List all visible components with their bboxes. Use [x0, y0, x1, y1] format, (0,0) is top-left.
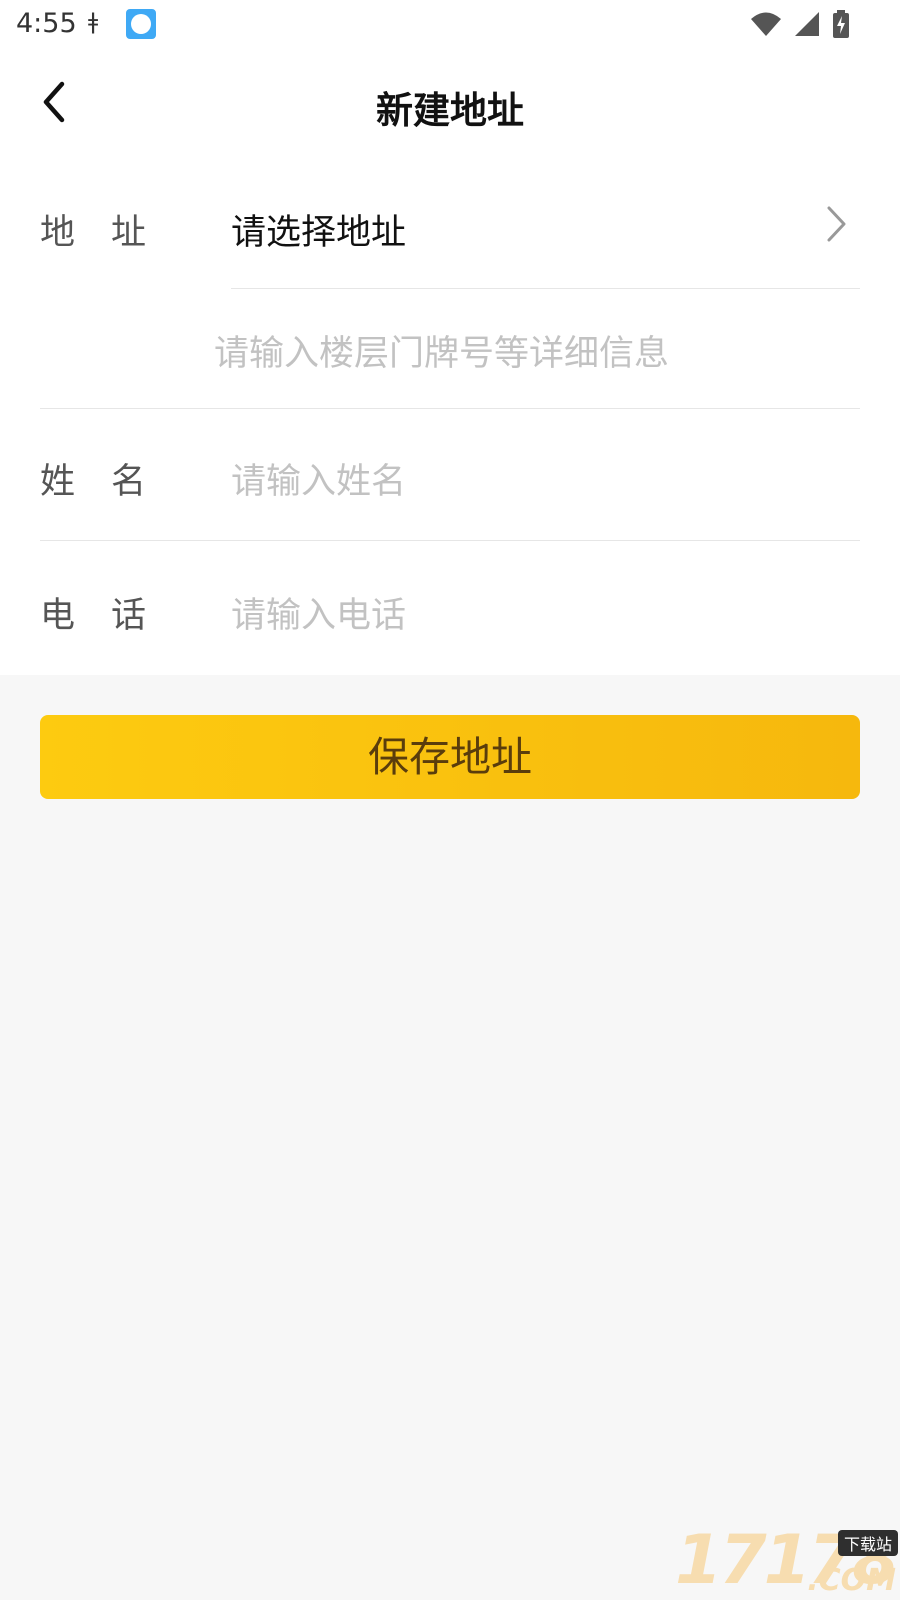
- watermark-badge: 下载站: [837, 1530, 898, 1556]
- page-title: 新建地址: [376, 89, 524, 132]
- chevron-right-icon: [827, 206, 846, 242]
- address-select[interactable]: 请选择地址: [231, 204, 406, 255]
- address-row[interactable]: 地址 请选择地址: [0, 158, 900, 288]
- status-glyph: ǂ: [88, 10, 99, 35]
- phone-input[interactable]: 请输入电话: [231, 587, 406, 638]
- status-time: 4:55: [16, 8, 77, 39]
- watermark-suffix: .COM: [807, 1563, 896, 1598]
- status-icons: [744, 10, 850, 38]
- address-form: 地址 请选择地址 请输入楼层门牌号等详细信息 姓名 请输入姓名 电话 请输入电话: [0, 158, 900, 675]
- detail-address-input[interactable]: 请输入楼层门牌号等详细信息: [214, 325, 669, 376]
- wifi-icon: [750, 12, 781, 36]
- signal-icon: [794, 12, 819, 36]
- name-row[interactable]: 姓名 请输入姓名: [0, 409, 900, 540]
- phone-label: 电话: [40, 596, 183, 636]
- save-address-button[interactable]: 保存地址: [40, 715, 860, 799]
- name-input[interactable]: 请输入姓名: [231, 453, 406, 504]
- phone-row[interactable]: 电话 请输入电话: [0, 541, 900, 675]
- battery-charging-icon: [833, 10, 849, 38]
- watermark-logo: 17178 下载站 .COM: [675, 1521, 900, 1600]
- name-label: 姓名: [40, 462, 183, 502]
- detail-row[interactable]: 请输入楼层门牌号等详细信息: [0, 289, 900, 408]
- address-label: 地址: [40, 213, 183, 253]
- header: 新建地址: [0, 48, 900, 158]
- app-notification-icon: [126, 9, 156, 39]
- status-bar: 4:55 ǂ: [0, 0, 900, 48]
